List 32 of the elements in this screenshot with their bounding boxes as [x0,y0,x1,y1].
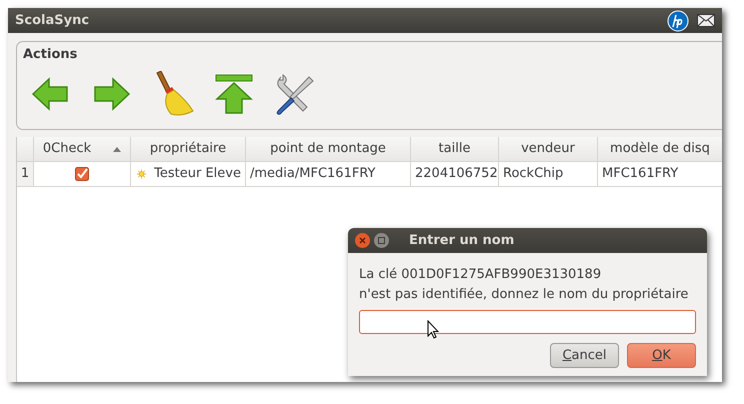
ok-button[interactable]: OK [627,343,696,368]
maximize-button[interactable] [374,233,389,248]
table-cell: RockChip [499,162,598,187]
panel-title: Actions [23,46,78,64]
cancel-button[interactable]: Cancel [550,343,619,368]
close-icon [359,237,366,244]
mail-icon[interactable] [697,14,715,27]
mouse-pointer-icon [427,320,439,339]
column-header[interactable]: taille [411,137,499,162]
upload-arrow-icon[interactable] [215,74,253,114]
sun-icon [137,167,146,181]
header-cell [17,137,34,162]
maximize-icon [378,237,385,244]
column-header[interactable]: modèle de disq [598,137,722,162]
close-button[interactable] [355,233,370,248]
table-cell: /media/MFC161FRY [246,162,411,187]
window-title: ScolaSync [15,12,90,30]
name-input-field[interactable] [359,310,696,334]
table-cell: 2204106752 [411,162,499,187]
back-arrow-icon[interactable] [31,76,71,112]
row-number: 1 [17,162,34,187]
column-header[interactable]: point de montage [246,137,411,162]
column-header[interactable]: propriétaire [131,137,246,162]
dialog-title: Entrer un nom [409,232,514,250]
column-header[interactable]: 0Check [34,137,131,162]
logo-icon [667,10,689,32]
checkbox[interactable] [75,167,89,181]
table-cell: MFC161FRY [598,162,722,187]
column-header[interactable]: vendeur [499,137,598,162]
message-text: n'est pas identifiée, donnez le nom du propriétaire [359,286,690,304]
table-cell-text: Testeur Eleve [154,165,241,184]
message-text: La clé 001D0F1275AFB990E3130189 [359,266,602,284]
